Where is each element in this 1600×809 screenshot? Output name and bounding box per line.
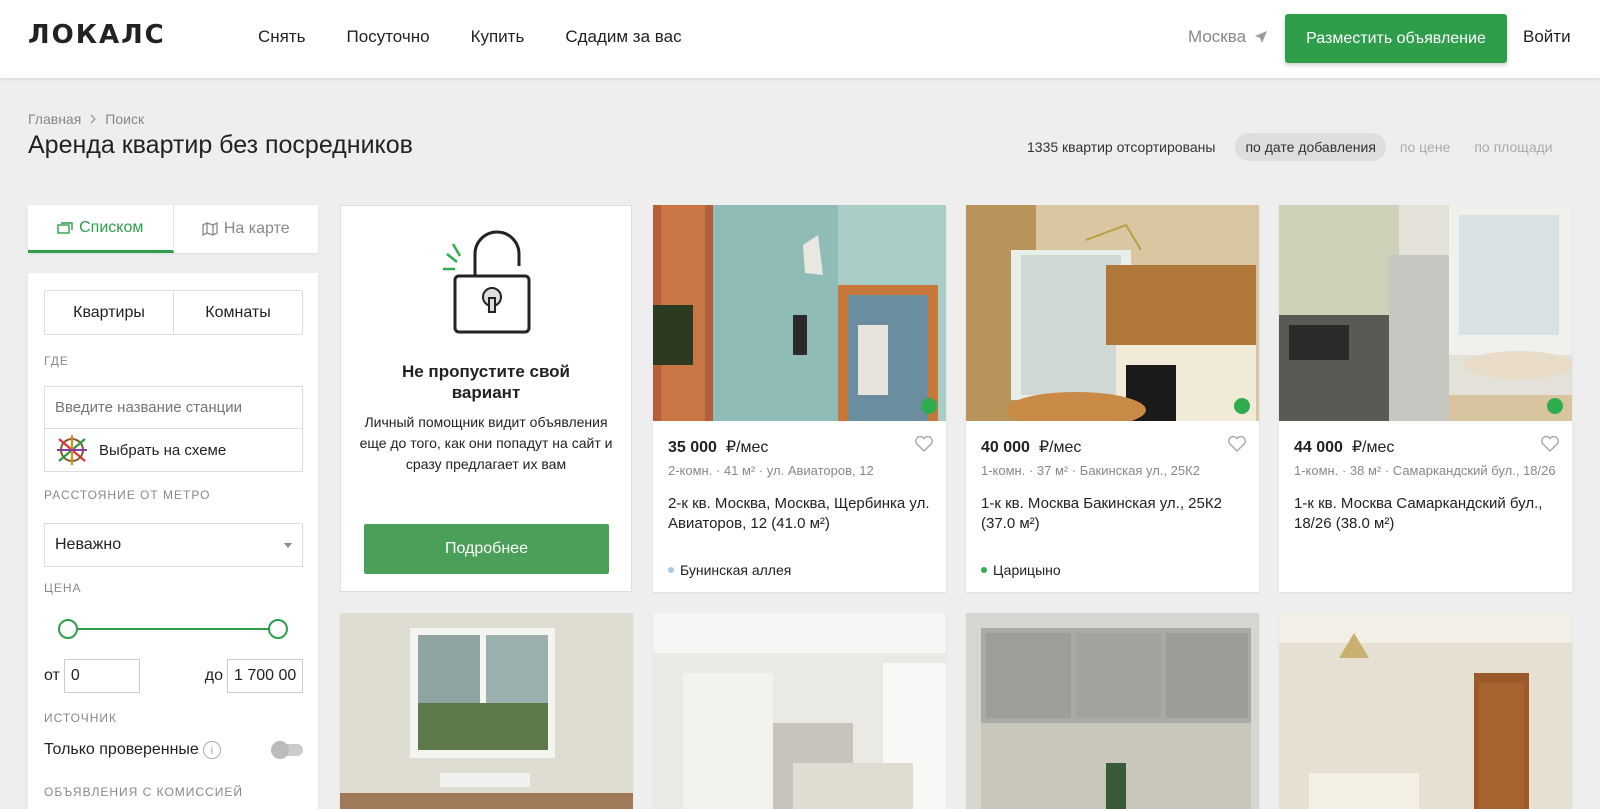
site-header: ЛОКАЛС Снять Посуточно Купить Сдадим за …	[0, 0, 1600, 78]
nav-daily[interactable]: Посуточно	[347, 27, 430, 47]
metro-station-name: Царицыно	[993, 562, 1061, 578]
nav-rent[interactable]: Снять	[258, 27, 306, 47]
city-name: Москва	[1188, 27, 1247, 46]
main-nav: Снять Посуточно Купить Сдадим за вас	[258, 27, 723, 47]
nav-buy[interactable]: Купить	[471, 27, 525, 47]
price-from-label: от	[44, 667, 60, 684]
distance-select[interactable]: Неважно	[44, 523, 303, 567]
type-apartments[interactable]: Квартиры	[45, 291, 174, 334]
promo-title: Не пропустите свой вариант	[401, 362, 571, 402]
commission-label: ОБЪЯВЛЕНИЯ С КОМИССИЕЙ	[44, 785, 244, 799]
location-arrow-icon	[1255, 31, 1268, 43]
listing-card[interactable]: 44 000 ₽/мес 1-комн. · 38 м² · Самарканд…	[1279, 205, 1572, 592]
listing-photo[interactable]	[1279, 205, 1572, 421]
price-inputs: от до	[44, 659, 303, 693]
list-icon	[57, 221, 73, 234]
chevron-right-icon	[90, 114, 97, 124]
city-selector[interactable]: Москва	[1188, 27, 1268, 47]
property-type-toggle: Квартиры Комнаты	[44, 290, 303, 335]
nav-rent-out[interactable]: Сдадим за вас	[565, 27, 681, 47]
price-slider[interactable]	[58, 619, 288, 639]
online-indicator	[921, 398, 937, 414]
filters-panel: Квартиры Комнаты ГДЕ Выбрать на схеме РА…	[28, 273, 318, 809]
listing-photo[interactable]	[653, 205, 946, 421]
listing-photo[interactable]	[653, 613, 946, 809]
listing-title[interactable]: 2-к кв. Москва, Москва, Щербинка ул. Ави…	[668, 494, 933, 534]
price-slider-min-handle[interactable]	[58, 619, 78, 639]
promo-text: Личный помощник видит объявления еще до …	[359, 414, 613, 472]
listing-price: 44 000 ₽/мес	[1294, 439, 1395, 456]
distance-value: Неважно	[55, 536, 122, 553]
listing-card[interactable]	[1279, 613, 1572, 809]
sort-by-price[interactable]: по цене	[1390, 133, 1460, 161]
listing-photo[interactable]	[340, 613, 633, 809]
price-to-input[interactable]	[227, 659, 303, 693]
view-tabs: Списком На карте	[28, 205, 318, 253]
info-icon[interactable]: i	[202, 741, 221, 759]
metro-line-dot	[668, 567, 674, 573]
price-from-input[interactable]	[63, 659, 140, 693]
verified-label: Только проверенные	[44, 741, 199, 758]
tab-list[interactable]: Списком	[28, 205, 174, 253]
listing-card[interactable]	[653, 613, 946, 809]
login-link[interactable]: Войти	[1523, 27, 1571, 47]
listing-meta: 1-комн. · 38 м² · Самаркандский бул., 18…	[1294, 463, 1556, 478]
site-logo[interactable]: ЛОКАЛС	[28, 20, 166, 50]
listing-photo[interactable]	[966, 613, 1259, 809]
listing-card[interactable]	[966, 613, 1259, 809]
metro-station-name: Бунинская аллея	[680, 562, 792, 578]
distance-label: РАССТОЯНИЕ ОТ МЕТРО	[44, 488, 211, 502]
listing-metro: Бунинская аллея	[668, 562, 791, 578]
online-indicator	[1234, 398, 1250, 414]
verified-toggle[interactable]	[271, 741, 303, 759]
source-label: ИСТОЧНИК	[44, 711, 118, 725]
listing-price: 40 000 ₽/мес	[981, 439, 1082, 456]
listing-price: 35 000 ₽/мес	[668, 439, 769, 456]
price-to-label: до	[204, 667, 223, 684]
caret-down-icon	[284, 542, 292, 548]
sort-by-area[interactable]: по площади	[1464, 133, 1562, 161]
metro-map-picker[interactable]: Выбрать на схеме	[45, 429, 302, 471]
sort-bar: 1335 квартир отсортированы по дате добав…	[1027, 133, 1567, 161]
favorite-heart-icon[interactable]	[1227, 435, 1247, 453]
post-listing-button[interactable]: Разместить объявление	[1285, 14, 1507, 63]
listing-meta: 1-комн. · 37 м² · Бакинская ул., 25К2	[981, 463, 1200, 478]
price-slider-track	[68, 628, 278, 630]
page-title: Аренда квартир без посредников	[28, 131, 413, 159]
listing-meta: 2-комн. · 41 м² · ул. Авиаторов, 12	[668, 463, 874, 478]
favorite-heart-icon[interactable]	[1540, 435, 1560, 453]
price-label: ЦЕНА	[44, 581, 82, 595]
results-count: 1335 квартир отсортированы	[1027, 139, 1216, 155]
sort-by-date[interactable]: по дате добавления	[1235, 133, 1386, 161]
listing-title[interactable]: 1-к кв. Москва Бакинская ул., 25К2 (37.0…	[981, 494, 1246, 534]
tab-map[interactable]: На карте	[174, 205, 319, 253]
station-input[interactable]	[45, 387, 302, 429]
unlocked-padlock-icon	[443, 230, 531, 334]
listing-title[interactable]: 1-к кв. Москва Самаркандский бул., 18/26…	[1294, 494, 1559, 534]
tab-list-label: Списком	[79, 218, 144, 236]
listing-photo[interactable]	[1279, 613, 1572, 809]
listing-metro: Царицыно	[981, 562, 1061, 578]
price-slider-max-handle[interactable]	[268, 619, 288, 639]
station-box: Выбрать на схеме	[44, 386, 303, 472]
favorite-heart-icon[interactable]	[914, 435, 934, 453]
listing-card[interactable]	[340, 613, 633, 809]
listing-photo[interactable]	[966, 205, 1259, 421]
type-rooms[interactable]: Комнаты	[174, 291, 302, 334]
online-indicator	[1547, 398, 1563, 414]
assistant-promo-card: Не пропустите свой вариант Личный помощн…	[340, 205, 632, 592]
tab-map-label: На карте	[223, 220, 290, 237]
map-icon	[202, 222, 218, 236]
metro-map-label: Выбрать на схеме	[99, 441, 227, 459]
breadcrumb: Главная Поиск	[28, 111, 144, 127]
promo-details-button[interactable]: Подробнее	[364, 524, 609, 574]
breadcrumb-home[interactable]: Главная	[28, 111, 81, 127]
breadcrumb-search: Поиск	[105, 111, 145, 127]
verified-filter: Только проверенные i	[44, 741, 303, 759]
metro-line-dot	[981, 567, 987, 573]
where-label: ГДЕ	[44, 354, 69, 368]
listing-card[interactable]: 40 000 ₽/мес 1-комн. · 37 м² · Бакинская…	[966, 205, 1259, 592]
listing-card[interactable]: 35 000 ₽/мес 2-комн. · 41 м² · ул. Авиат…	[653, 205, 946, 592]
metro-map-icon	[57, 435, 87, 465]
